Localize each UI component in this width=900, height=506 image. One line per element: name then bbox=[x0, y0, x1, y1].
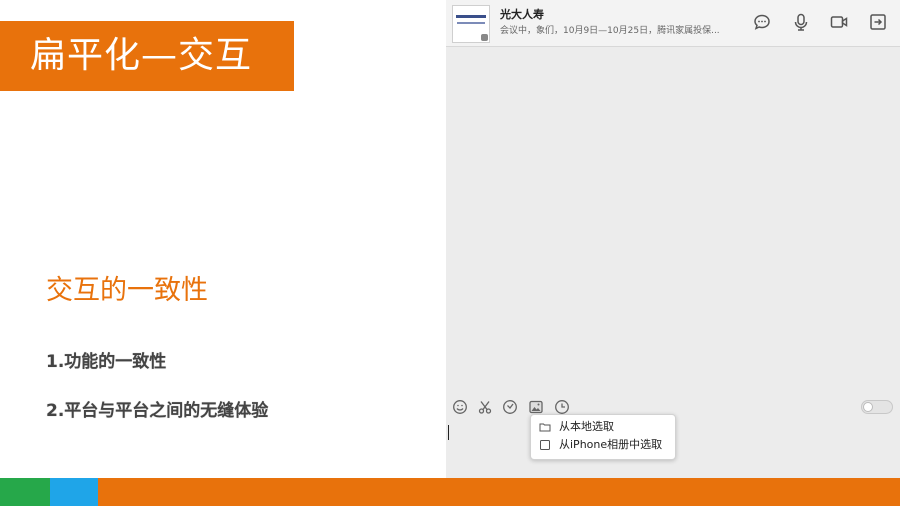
bullet-point-2: 2.平台与平台之间的无缝体验 bbox=[46, 401, 269, 421]
footer-green-segment bbox=[0, 478, 50, 506]
contact-name: 光大人寿 bbox=[500, 8, 544, 21]
toggle-knob bbox=[863, 402, 873, 412]
menu-item-label: 从iPhone相册中选取 bbox=[559, 438, 663, 451]
image-icon[interactable] bbox=[528, 399, 544, 415]
clock-icon[interactable] bbox=[554, 399, 570, 415]
video-camera-icon[interactable] bbox=[829, 12, 849, 32]
avatar-logo-mark bbox=[456, 15, 486, 18]
chat-window: 光大人寿 会议中，象们，10月9日—10月25日，腾讯家属投保... 从本地选取… bbox=[446, 0, 900, 478]
slide-title: 扁平化—交互 bbox=[30, 35, 253, 76]
microphone-icon[interactable] bbox=[791, 12, 811, 32]
avatar[interactable] bbox=[452, 5, 490, 43]
slide-title-bar: 扁平化—交互 bbox=[0, 21, 294, 91]
last-message-preview: 会议中，象们，10月9日—10月25日，腾讯家属投保... bbox=[500, 26, 720, 36]
folder-icon bbox=[539, 421, 551, 433]
image-source-menu: 从本地选取 从iPhone相册中选取 bbox=[530, 414, 676, 460]
toggle-switch[interactable] bbox=[861, 400, 893, 414]
scissors-icon[interactable] bbox=[477, 399, 493, 415]
checkbox-icon bbox=[539, 439, 551, 451]
emoji-icon[interactable] bbox=[452, 399, 468, 415]
chat-header: 光大人寿 会议中，象们，10月9日—10月25日，腾讯家属投保... bbox=[446, 0, 900, 47]
chat-bubble-icon[interactable] bbox=[752, 12, 772, 32]
footer-blue-segment bbox=[50, 478, 98, 506]
section-heading: 交互的一致性 bbox=[46, 275, 208, 306]
avatar-logo-subline bbox=[457, 22, 485, 24]
shake-icon[interactable] bbox=[502, 399, 518, 415]
avatar-badge bbox=[481, 34, 488, 41]
footer-color-strip bbox=[0, 478, 900, 506]
share-exit-icon[interactable] bbox=[868, 12, 888, 32]
text-cursor bbox=[448, 425, 449, 440]
bullet-point-1: 1.功能的一致性 bbox=[46, 352, 167, 372]
menu-item-label: 从本地选取 bbox=[559, 420, 614, 433]
